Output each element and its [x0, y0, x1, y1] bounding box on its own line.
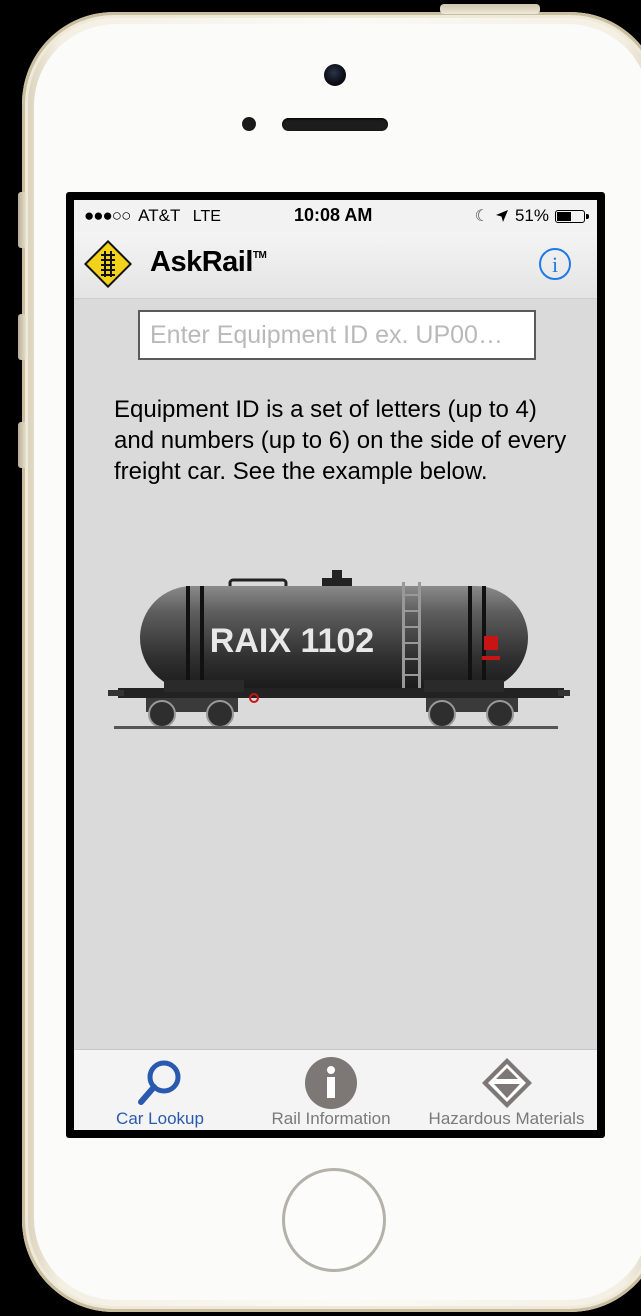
power-button: [440, 4, 540, 14]
screen: ●●●○○ AT&T LTE 10:08 AM ☾ 51% AskRailTM …: [66, 192, 605, 1138]
trademark-mark: TM: [252, 250, 267, 261]
network-type: LTE: [192, 208, 221, 225]
hazmat-diamond-icon: [481, 1058, 532, 1108]
tab-label-car-lookup: Car Lookup: [116, 1109, 204, 1128]
earpiece-speaker: [282, 118, 388, 131]
volume-up-button: [18, 314, 26, 360]
front-camera: [324, 64, 346, 86]
status-bar: ●●●○○ AT&T LTE 10:08 AM ☾ 51%: [74, 200, 597, 232]
tab-car-lookup[interactable]: Car Lookup: [74, 1050, 246, 1130]
carrier-name: AT&T: [138, 206, 181, 225]
equipment-id-input[interactable]: [138, 310, 536, 360]
tab-rail-information[interactable]: Rail Information: [246, 1050, 416, 1130]
app-title: AskRailTM: [150, 246, 267, 279]
status-right: ☾ 51%: [474, 206, 589, 226]
magnifier-icon: [138, 1060, 181, 1105]
tab-label-rail-information: Rail Information: [271, 1109, 391, 1128]
tab-hazardous-materials[interactable]: Hazardous Materials: [416, 1050, 597, 1130]
app-display: ●●●○○ AT&T LTE 10:08 AM ☾ 51% AskRailTM …: [74, 200, 597, 1130]
tank-car-illustration: RAIX 1102: [108, 570, 570, 729]
askrail-logo-icon: [84, 240, 132, 288]
nav-bar: AskRailTM i: [74, 232, 597, 299]
volume-down-button: [18, 422, 26, 468]
info-button[interactable]: i: [539, 248, 571, 280]
moon-icon: ☾: [474, 208, 489, 225]
location-arrow-icon: [495, 210, 508, 222]
mute-switch: [18, 192, 26, 248]
signal-strength-icon: ●●●○○: [84, 206, 131, 225]
home-button[interactable]: [282, 1168, 386, 1272]
battery-icon: [555, 209, 589, 223]
info-icon: [305, 1057, 357, 1109]
proximity-sensor: [242, 117, 256, 131]
battery-percent: 51%: [514, 206, 549, 225]
carrier-info: ●●●○○ AT&T LTE: [84, 206, 221, 226]
car-marking-text: RAIX 1102: [210, 622, 374, 660]
instructions-text: Equipment ID is a set of letters (up to …: [114, 396, 567, 485]
tab-label-hazardous-materials: Hazardous Materials: [428, 1109, 585, 1128]
tab-bar: Car Lookup Rail Information Hazardous Ma…: [74, 1049, 597, 1130]
clock: 10:08 AM: [294, 205, 373, 225]
brand-name: AskRail: [150, 246, 253, 278]
